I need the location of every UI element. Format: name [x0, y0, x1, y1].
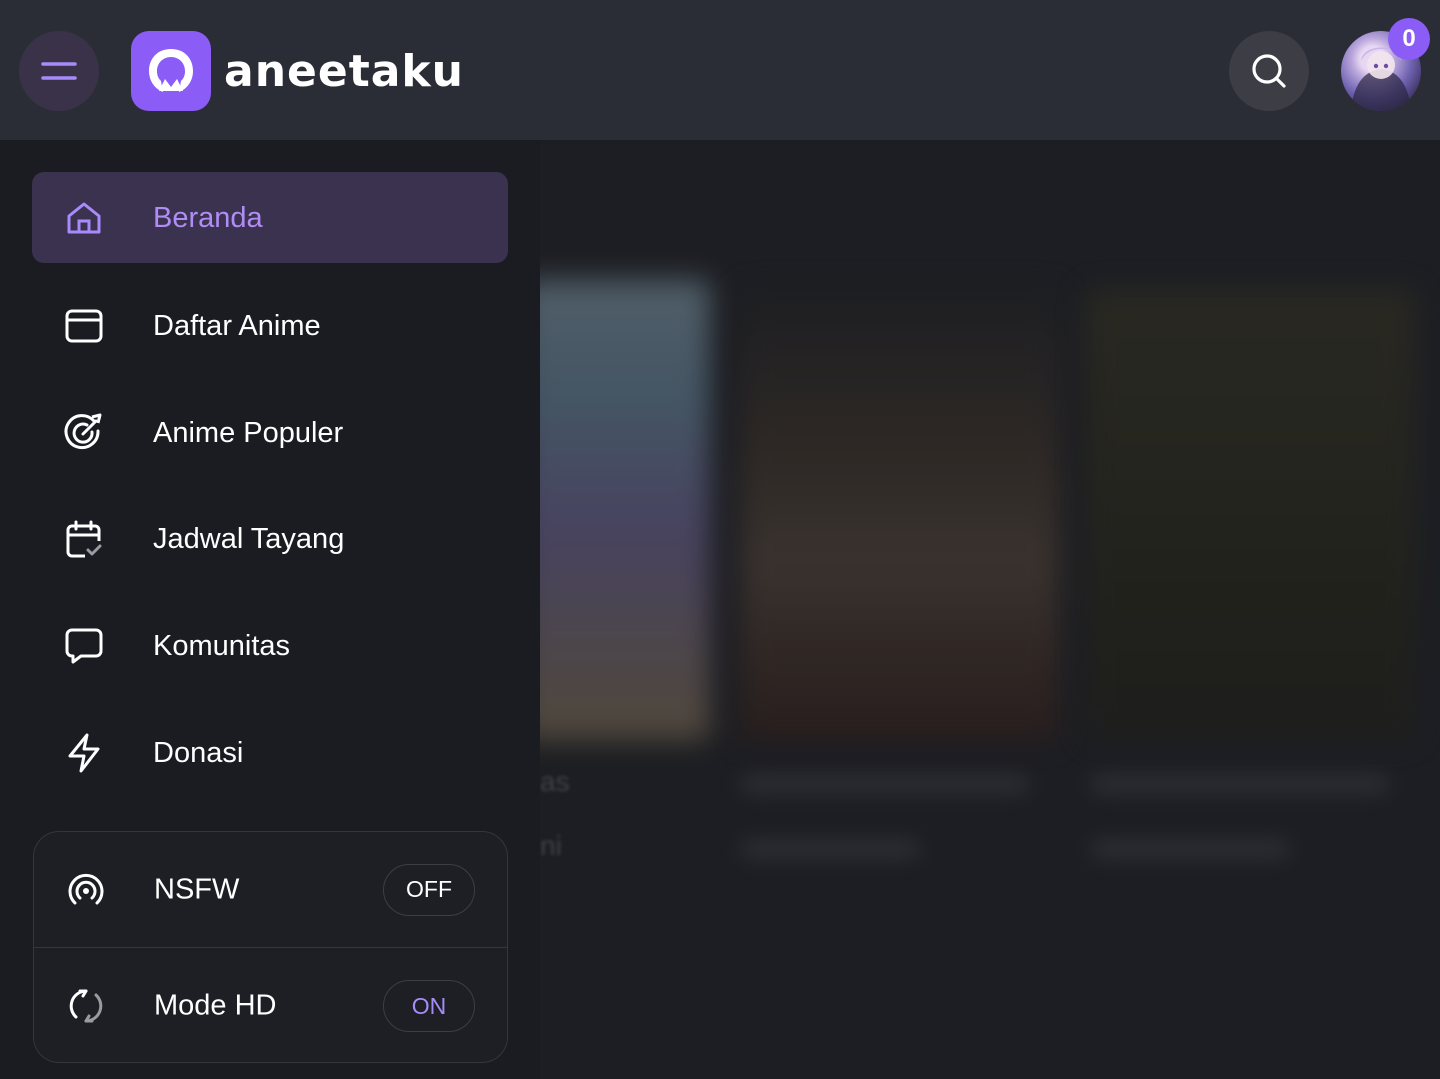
- card-meta-placeholder: [1090, 840, 1290, 858]
- hamburger-icon: [41, 62, 77, 80]
- logo-icon[interactable]: [131, 31, 211, 111]
- hd-mode-toggle[interactable]: ON: [383, 980, 475, 1032]
- card-title-placeholder: [740, 775, 1030, 793]
- sidebar-item-label: Daftar Anime: [153, 309, 321, 342]
- anime-card[interactable]: [540, 280, 710, 740]
- sidebar-item-komunitas[interactable]: Komunitas: [32, 600, 508, 691]
- notification-badge[interactable]: 0: [1388, 18, 1430, 60]
- refresh-icon: [66, 986, 106, 1026]
- broadcast-icon: [66, 870, 106, 910]
- top-header: aneetaku 0: [0, 0, 1440, 140]
- settings-panel: NSFW OFF Mode HD ON: [33, 831, 508, 1063]
- sidebar-item-label: Beranda: [153, 201, 263, 234]
- sidebar-item-label: Komunitas: [153, 629, 291, 662]
- hd-mode-label: Mode HD: [154, 989, 277, 1022]
- anime-card[interactable]: [1085, 290, 1415, 740]
- sidebar-drawer: Beranda Daftar Anime Anime Populer Jadwa…: [0, 140, 540, 1079]
- target-icon: [64, 413, 104, 453]
- home-icon: [64, 198, 104, 238]
- sidebar-item-jadwal-tayang[interactable]: Jadwal Tayang: [32, 493, 508, 584]
- lightning-icon: [64, 733, 104, 773]
- sidebar-item-label: Jadwal Tayang: [153, 522, 345, 555]
- sidebar-item-beranda[interactable]: Beranda: [32, 172, 508, 263]
- card-title-fragment: as: [540, 766, 570, 797]
- nsfw-setting-row: NSFW OFF: [34, 832, 507, 948]
- card-meta-fragment: ni: [540, 830, 562, 861]
- hd-mode-setting-row: Mode HD ON: [34, 948, 507, 1064]
- anime-card[interactable]: [740, 290, 1060, 740]
- card-title-placeholder: [1090, 775, 1390, 793]
- sidebar-item-label: Anime Populer: [153, 416, 344, 449]
- card-meta-placeholder: [740, 840, 920, 858]
- logo-text[interactable]: aneetaku: [224, 44, 464, 100]
- chat-bubble-icon: [64, 626, 104, 666]
- nsfw-toggle[interactable]: OFF: [383, 863, 475, 916]
- sidebar-item-anime-populer[interactable]: Anime Populer: [32, 387, 508, 478]
- sidebar-item-label: Donasi: [153, 736, 244, 769]
- browser-window-icon: [64, 306, 104, 346]
- nsfw-label: NSFW: [154, 873, 240, 905]
- calendar-check-icon: [64, 519, 104, 559]
- search-icon: [1252, 54, 1286, 88]
- menu-button[interactable]: [19, 31, 99, 111]
- main-content: as ni: [540, 140, 1440, 1079]
- sidebar-item-donasi[interactable]: Donasi: [32, 707, 508, 798]
- sidebar-item-daftar-anime[interactable]: Daftar Anime: [32, 280, 508, 371]
- search-button[interactable]: [1229, 31, 1309, 111]
